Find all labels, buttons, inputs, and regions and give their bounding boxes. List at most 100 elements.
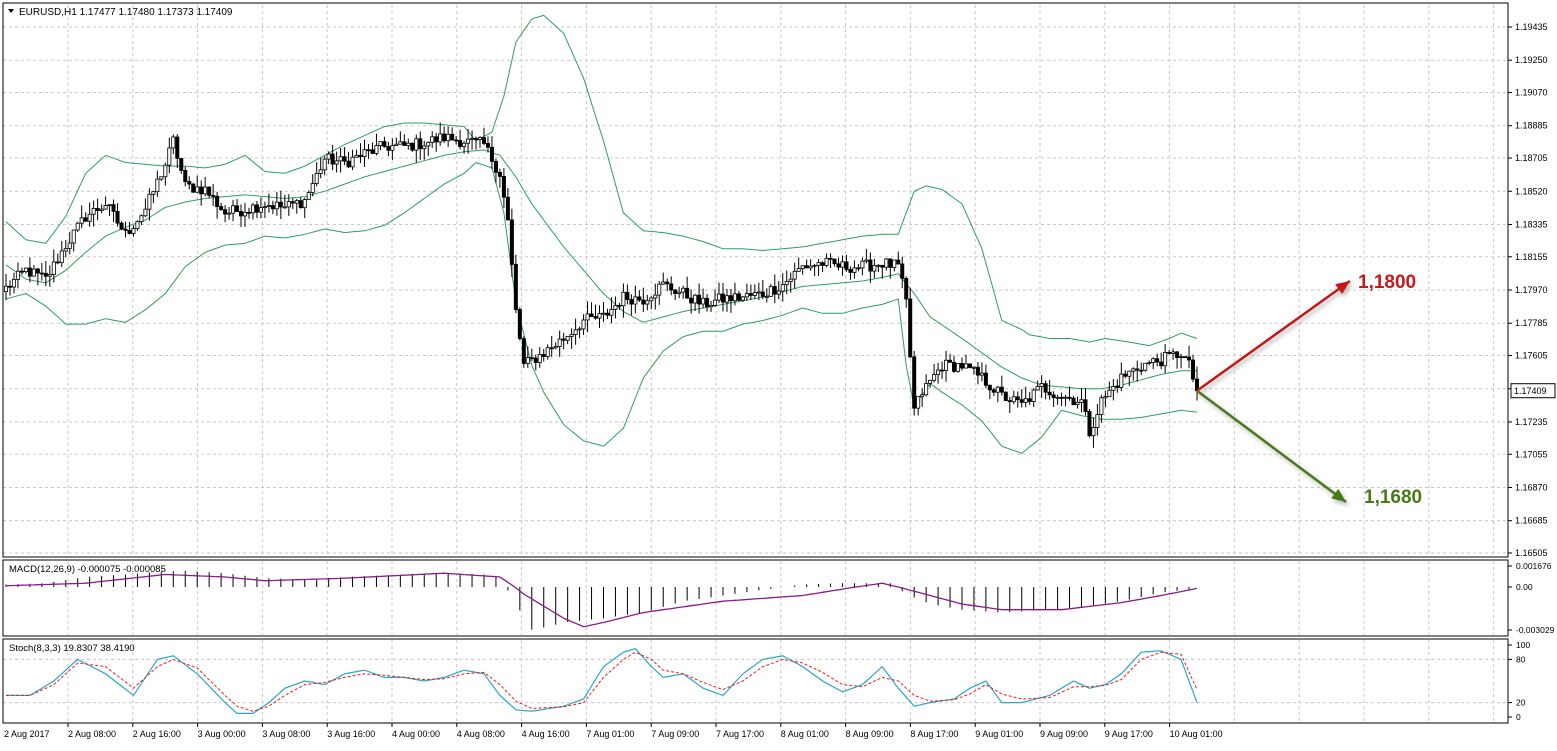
candle-body	[306, 192, 311, 200]
candle-body	[23, 267, 28, 272]
time-tick-label: 7 Aug 17:00	[716, 729, 764, 739]
candle-body	[282, 206, 287, 209]
candle-body	[31, 268, 36, 277]
candle-body	[840, 261, 845, 268]
price-tick-label: 1.17970	[1515, 285, 1548, 295]
candle-body	[163, 164, 168, 178]
candle-body	[1139, 369, 1144, 372]
price-tick-label: 1.19250	[1515, 55, 1548, 65]
candle-body	[884, 258, 889, 268]
candle-body	[529, 357, 534, 360]
stoch-tick-label: 100	[1516, 640, 1530, 650]
candle-body	[637, 296, 642, 301]
candle-body	[262, 206, 267, 208]
candle-body	[1155, 358, 1160, 363]
candle-body	[852, 267, 857, 273]
candle-body	[123, 228, 128, 231]
candle-body	[450, 133, 455, 141]
candle-body	[713, 299, 718, 306]
candle-body	[657, 283, 662, 296]
price-tick-label: 1.19070	[1515, 88, 1548, 98]
candle-body	[462, 142, 467, 147]
candle-body	[509, 219, 514, 265]
candle-body	[872, 265, 877, 272]
candle-body	[330, 153, 335, 165]
macd-tick-label: 0.00	[1516, 582, 1533, 592]
candle-body	[820, 262, 825, 266]
candle-body	[573, 329, 578, 335]
candle-body	[693, 294, 698, 304]
candle-body	[310, 183, 315, 194]
candle-body	[338, 156, 343, 162]
candle-body	[661, 281, 666, 285]
candle-body	[545, 347, 550, 357]
candle-body	[466, 138, 471, 144]
candle-body	[47, 274, 52, 277]
candle-body	[1167, 352, 1172, 354]
candle-body	[952, 361, 957, 372]
candle-body	[1147, 362, 1152, 364]
candle-body	[187, 181, 192, 185]
candle-body	[27, 267, 32, 277]
price-tick-label: 1.19435	[1515, 22, 1548, 32]
candle-body	[1063, 396, 1068, 399]
candle-body	[406, 142, 411, 146]
candle-body	[159, 176, 164, 180]
time-tick-label: 3 Aug 16:00	[327, 729, 375, 739]
candle-body	[183, 170, 188, 182]
candle-body	[246, 211, 251, 214]
candle-body	[967, 363, 972, 368]
candle-body	[334, 160, 339, 165]
candle-body	[633, 296, 638, 305]
candle-body	[179, 157, 184, 171]
candle-body	[928, 379, 933, 384]
candle-body	[478, 137, 483, 140]
candle-body	[111, 204, 116, 212]
candle-body	[649, 297, 654, 302]
candle-body	[274, 201, 279, 210]
stoch-title: Stoch(8,3,3) 19.8307 38.4190	[9, 643, 135, 654]
candle-body	[1099, 397, 1104, 415]
candle-body	[191, 183, 196, 193]
candle-body	[617, 304, 622, 307]
candle-body	[848, 269, 853, 273]
candle-body	[195, 186, 200, 193]
candle-body	[374, 145, 379, 154]
candle-body	[302, 199, 307, 209]
candle-body	[987, 384, 992, 391]
candle-body	[485, 143, 490, 148]
candle-body	[322, 158, 327, 171]
target-down-label: 1,1680	[1364, 487, 1422, 508]
price-tick-label: 1.17055	[1515, 449, 1548, 459]
candle-body	[832, 258, 837, 265]
candle-body	[290, 201, 295, 204]
time-tick-label: 7 Aug 01:00	[586, 729, 634, 739]
candle-body	[362, 149, 367, 158]
main-panel-title: EURUSD,H1 1.17477 1.17480 1.17373 1.1740…	[8, 7, 233, 18]
candle-body	[43, 272, 48, 277]
candle-body	[916, 395, 921, 409]
candle-body	[426, 141, 431, 147]
candle-body	[398, 141, 403, 145]
candle-body	[91, 208, 96, 215]
candle-body	[724, 295, 729, 303]
candle-body	[119, 222, 124, 230]
candle-body	[1027, 398, 1032, 402]
candle-body	[382, 141, 387, 147]
candle-body	[266, 205, 271, 207]
candle-body	[995, 386, 1000, 393]
candle-body	[215, 195, 220, 207]
candle-body	[442, 133, 447, 142]
candle-body	[948, 359, 953, 363]
candle-body	[908, 298, 913, 358]
candle-body	[135, 221, 140, 229]
candle-body	[414, 138, 419, 151]
candle-body	[971, 366, 976, 369]
candle-body	[944, 359, 949, 372]
candle-body	[1163, 352, 1168, 367]
chart-window: 1.19435 1.19250 1.19070 1.18885 1.18705 1.185…	[0, 0, 1557, 746]
candle-body	[1123, 373, 1128, 377]
candle-body	[736, 293, 741, 301]
candle-body	[609, 308, 614, 316]
current-price-label: 1.17409	[1514, 386, 1547, 396]
